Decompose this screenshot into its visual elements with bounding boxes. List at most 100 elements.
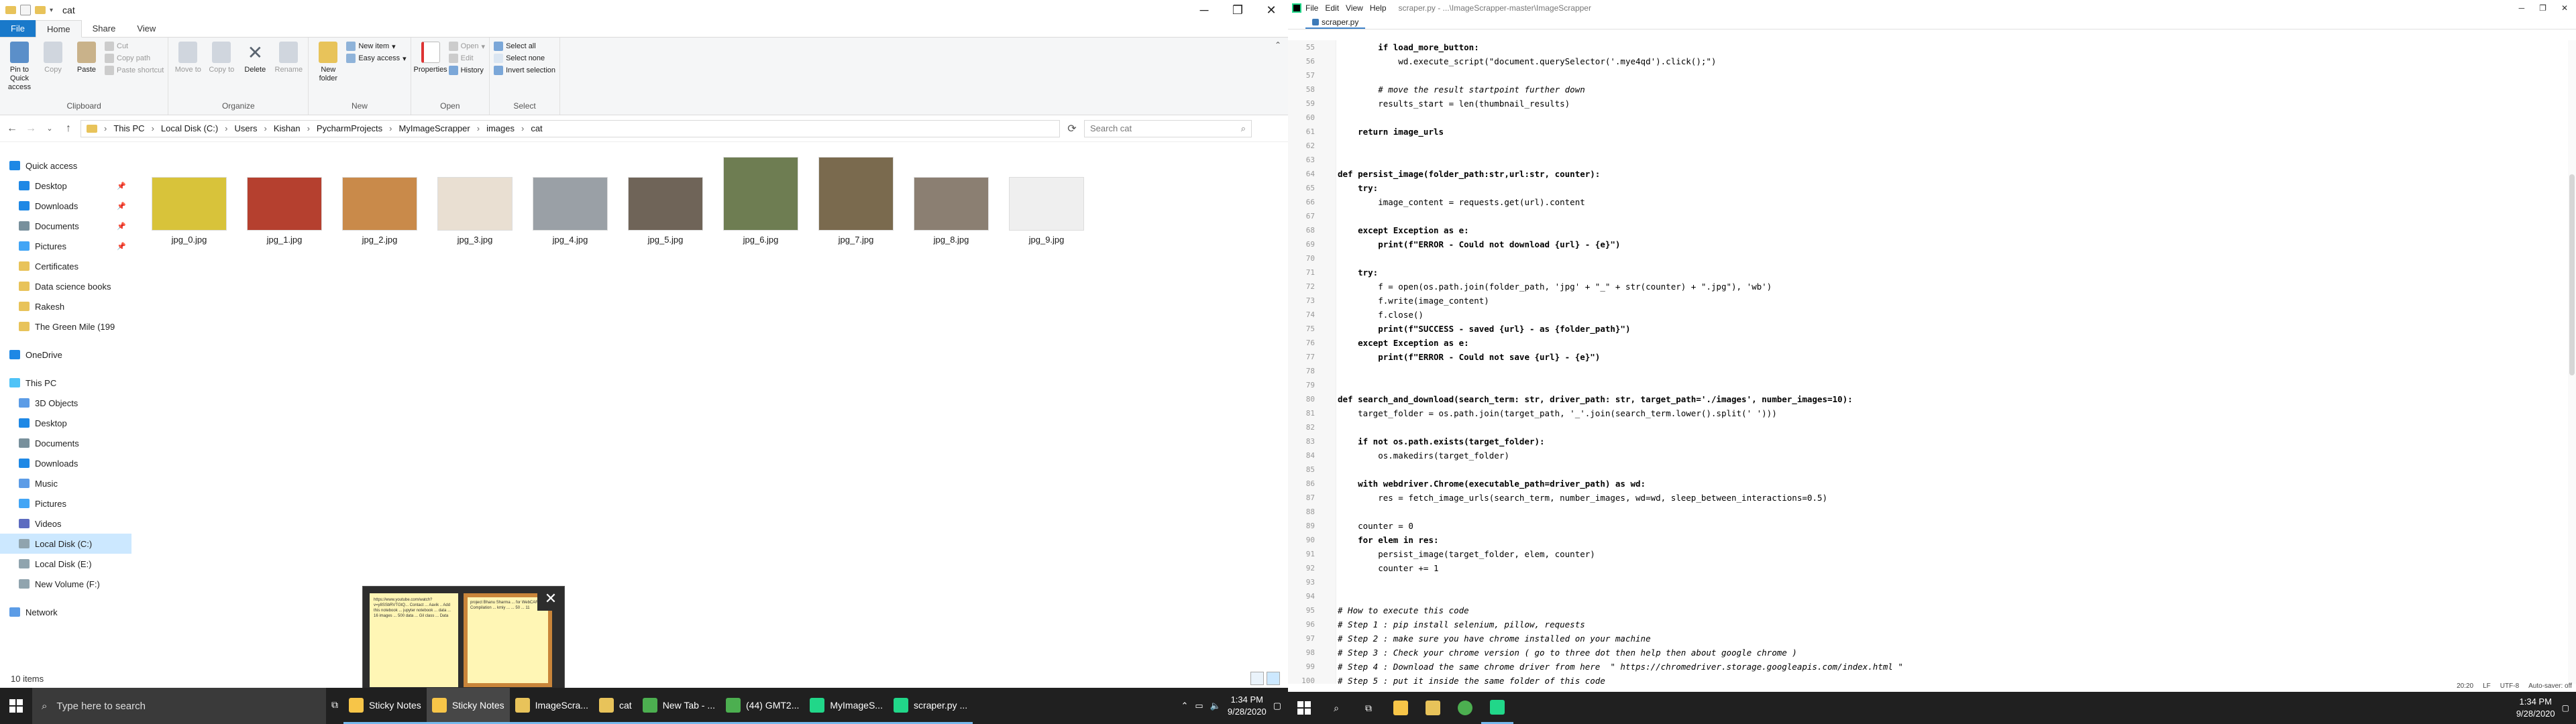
close-button[interactable]: ✕	[1254, 0, 1288, 20]
code-line[interactable]: 58 # move the result startpoint further …	[1288, 82, 1585, 97]
breadcrumb-separator-icon[interactable]: ›	[389, 123, 392, 133]
code-line[interactable]: 94	[1288, 589, 1322, 603]
code-line[interactable]: 65 try:	[1288, 181, 1378, 195]
history-button[interactable]: History	[448, 66, 485, 75]
network-icon[interactable]: ▭	[1195, 701, 1203, 711]
nav-item[interactable]: 3D Objects	[0, 393, 131, 413]
taskbar-app-button[interactable]: cat	[594, 688, 637, 724]
easy-access-button[interactable]: Easy access ▾	[346, 54, 407, 63]
vertical-scrollbar[interactable]	[2568, 40, 2576, 684]
image-thumbnail[interactable]	[437, 177, 513, 231]
recent-chevron-icon[interactable]: ⌄	[43, 124, 56, 133]
nav-item[interactable]: Pictures	[0, 493, 131, 514]
code-line[interactable]: 88	[1288, 505, 1322, 519]
menu-file[interactable]: File	[1305, 3, 1318, 13]
code-line[interactable]: 74 f.close()	[1288, 308, 1424, 322]
code-line[interactable]: 69 print(f"ERROR - Could not download {u…	[1288, 237, 1621, 251]
cut-button[interactable]: Cut	[105, 42, 164, 51]
code-line[interactable]: 64 def persist_image(folder_path:str,url:…	[1288, 167, 1601, 181]
search-icon[interactable]: ⌕	[1320, 692, 1352, 724]
status-item[interactable]: LF	[2483, 682, 2491, 692]
breadcrumb-item[interactable]: MyImageScrapper	[399, 123, 470, 133]
nav-item[interactable]: Videos	[0, 514, 131, 534]
taskbar-search[interactable]: ⌕ Type here to search	[32, 688, 326, 724]
breadcrumb[interactable]: › This PC › Local Disk (C:) › Users › Kishan › Py…	[80, 119, 1060, 137]
breadcrumb-separator-icon[interactable]: ›	[477, 123, 480, 133]
chevron-up-icon[interactable]: ⌃	[1268, 38, 1288, 115]
properties-quick-icon[interactable]	[20, 5, 31, 15]
paste-shortcut-button[interactable]: Paste shortcut	[105, 66, 164, 75]
back-arrow-icon[interactable]: ←	[5, 123, 19, 135]
code-line[interactable]: 95 # How to execute this code	[1288, 603, 1469, 617]
image-thumbnail[interactable]	[628, 177, 703, 231]
select-all-button[interactable]: Select all	[494, 42, 555, 51]
taskbar-app-button[interactable]: ImageScra...	[509, 688, 594, 724]
pycharm-icon[interactable]	[1481, 692, 1513, 724]
menu-view[interactable]: View	[1346, 3, 1363, 13]
nav-item[interactable]: Quick access	[0, 156, 131, 176]
nav-item[interactable]: OneDrive	[0, 345, 131, 365]
tab-file[interactable]: File	[0, 20, 36, 37]
chevron-down-icon[interactable]: ▾	[50, 7, 53, 14]
code-line[interactable]: 93	[1288, 575, 1322, 589]
breadcrumb-separator-icon[interactable]: ›	[264, 123, 266, 133]
code-line[interactable]: 75 print(f"SUCCESS - saved {url} - as {f…	[1288, 322, 1631, 336]
code-line[interactable]: 81 target_folder = os.path.join(target_p…	[1288, 406, 1777, 420]
code-line[interactable]: 90 for elem in res:	[1288, 533, 1439, 547]
new-folder-button[interactable]: New folder	[313, 40, 343, 83]
status-item[interactable]: Auto-saver: off	[2528, 682, 2572, 692]
taskbar-app-button[interactable]: Sticky Notes	[343, 688, 427, 724]
delete-button[interactable]: ✕ Delete	[239, 40, 270, 74]
file-item[interactable]: jpg_6.jpg	[722, 153, 800, 245]
code-line[interactable]: 98 # Step 3 : Check your chrome version (…	[1288, 646, 1797, 660]
code-line[interactable]: 71 try:	[1288, 265, 1378, 280]
large-icons-view-icon[interactable]	[1267, 672, 1280, 685]
breadcrumb-separator-icon[interactable]: ›	[225, 123, 227, 133]
nav-item[interactable]: Pictures 📌	[0, 236, 131, 256]
pin-quick-access-button[interactable]: Pin to Quick access	[4, 40, 35, 92]
breadcrumb-item[interactable]: This PC	[113, 123, 144, 133]
breadcrumb-separator-icon[interactable]: ›	[307, 123, 310, 133]
nav-item[interactable]: Desktop 📌	[0, 176, 131, 196]
scrollbar-thumb[interactable]	[2569, 174, 2575, 375]
code-line[interactable]: 85	[1288, 463, 1322, 477]
task-view-button[interactable]: ⧉	[326, 688, 343, 724]
code-line[interactable]: 66 image_content = requests.get(url).con…	[1288, 195, 1585, 209]
sticky-notes-preview[interactable]: https://www.youtube.com/watch?v=y8SSbRVT…	[362, 586, 565, 690]
code-line[interactable]: 91 persist_image(target_folder, elem, co…	[1288, 547, 1595, 561]
close-button[interactable]: ✕	[2561, 3, 2568, 13]
taskbar-app-button[interactable]: scraper.py ...	[888, 688, 973, 724]
nav-item[interactable]: Data science books	[0, 276, 131, 296]
code-line[interactable]: 57	[1288, 68, 1322, 82]
file-item[interactable]: jpg_1.jpg	[246, 153, 323, 245]
breadcrumb-item[interactable]: Users	[235, 123, 258, 133]
code-line[interactable]: 78	[1288, 364, 1322, 378]
maximize-button[interactable]: ❐	[1221, 0, 1254, 20]
menu-edit[interactable]: Edit	[1325, 3, 1339, 13]
file-item[interactable]: jpg_5.jpg	[627, 153, 704, 245]
status-item[interactable]: 20:20	[2457, 682, 2473, 692]
code-line[interactable]: 60	[1288, 111, 1322, 125]
breadcrumb-separator-icon[interactable]: ›	[104, 123, 107, 133]
file-explorer-icon[interactable]	[1417, 692, 1449, 724]
code-line[interactable]: 83 if not os.path.exists(target_folder):	[1288, 434, 1545, 448]
nav-item[interactable]: Documents 📌	[0, 216, 131, 236]
notifications-icon[interactable]: ▢	[1273, 701, 1281, 711]
minimize-button[interactable]: ─	[2519, 3, 2525, 13]
image-thumbnail[interactable]	[152, 177, 227, 231]
code-line[interactable]: 79	[1288, 378, 1322, 392]
taskbar-app-button[interactable]: New Tab - ...	[637, 688, 721, 724]
breadcrumb-item[interactable]: PycharmProjects	[317, 123, 382, 133]
tab-scraper-py[interactable]: scraper.py	[1305, 16, 1366, 29]
sticky-notes-icon[interactable]	[1385, 692, 1417, 724]
copy-button[interactable]: Copy	[38, 40, 68, 74]
code-line[interactable]: 89 counter = 0	[1288, 519, 1413, 533]
code-line[interactable]: 86 with webdriver.Chrome(executable_path…	[1288, 477, 1646, 491]
open-button[interactable]: Open ▾	[448, 42, 485, 51]
code-line[interactable]: 84 os.makedirs(target_folder)	[1288, 448, 1509, 463]
tab-home[interactable]: Home	[35, 20, 82, 38]
image-thumbnail[interactable]	[533, 177, 608, 231]
nav-item[interactable]: Local Disk (E:)	[0, 554, 131, 574]
tab-view[interactable]: View	[126, 20, 166, 37]
code-line[interactable]: 76 except Exception as e:	[1288, 336, 1469, 350]
